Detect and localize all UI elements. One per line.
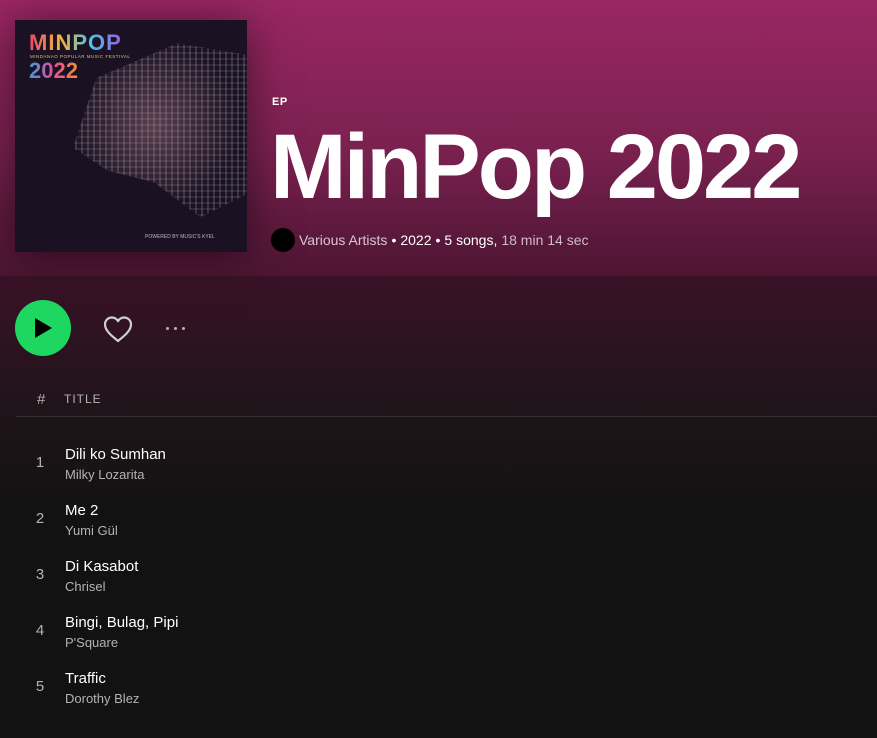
track-number: 4 xyxy=(35,622,45,639)
track-artist[interactable]: Dorothy Blez xyxy=(65,691,139,706)
column-number-header: # xyxy=(37,391,46,408)
heart-outline-icon xyxy=(103,316,133,343)
song-count: 5 songs, xyxy=(444,232,498,248)
track-artist[interactable]: P'Square xyxy=(65,635,118,650)
track-artist[interactable]: Milky Lozarita xyxy=(65,467,144,482)
action-bar xyxy=(15,300,185,356)
tracklist: 1 Dili ko Sumhan Milky Lozarita 2 Me 2 Y… xyxy=(16,434,877,714)
track-artist[interactable]: Chrisel xyxy=(65,579,105,594)
more-options-button[interactable] xyxy=(160,314,190,342)
album-title: MinPop 2022 xyxy=(270,116,802,218)
track-number: 3 xyxy=(35,566,45,583)
artist-avatar[interactable] xyxy=(271,228,295,252)
album-cover: MINPOP MINDANAO POPULAR MUSIC FESTIVAL 2… xyxy=(15,20,247,252)
meta-separator: • xyxy=(435,232,441,248)
album-duration: 18 min 14 sec xyxy=(501,232,589,248)
tracklist-header: # TITLE xyxy=(16,386,877,417)
more-horizontal-icon xyxy=(181,326,185,330)
track-artist[interactable]: Yumi Gül xyxy=(65,523,118,538)
track-number: 1 xyxy=(35,454,45,471)
cover-logo-text: MINPOP xyxy=(29,30,122,55)
cover-year: 2022 xyxy=(29,58,78,83)
cover-footer: POWERED BY MUSIC'S KYEL xyxy=(145,234,215,240)
track-title[interactable]: Di Kasabot xyxy=(65,558,138,575)
track-title[interactable]: Dili ko Sumhan xyxy=(65,446,166,463)
track-title[interactable]: Me 2 xyxy=(65,502,98,519)
track-row[interactable]: 5 Traffic Dorothy Blez xyxy=(16,658,877,714)
track-row[interactable]: 3 Di Kasabot Chrisel xyxy=(16,546,877,602)
track-row[interactable]: 2 Me 2 Yumi Gül xyxy=(16,490,877,546)
track-row[interactable]: 4 Bingi, Bulag, Pipi P'Square xyxy=(16,602,877,658)
track-number: 2 xyxy=(35,510,45,527)
more-horizontal-icon xyxy=(173,326,177,330)
play-icon xyxy=(35,318,52,338)
like-button[interactable] xyxy=(101,312,135,346)
album-year: 2022 xyxy=(400,232,432,248)
more-horizontal-icon xyxy=(165,326,169,330)
track-number: 5 xyxy=(35,678,45,695)
meta-separator: • xyxy=(391,232,397,248)
artist-link[interactable]: Various Artists xyxy=(299,232,387,248)
track-row[interactable]: 1 Dili ko Sumhan Milky Lozarita xyxy=(16,434,877,490)
play-button[interactable] xyxy=(15,300,71,356)
album-type-label: EP xyxy=(272,96,288,108)
album-meta: Various Artists • 2022 • 5 songs, 18 min… xyxy=(271,228,589,252)
column-title-header[interactable]: TITLE xyxy=(64,392,102,406)
track-title[interactable]: Traffic xyxy=(65,670,106,687)
track-title[interactable]: Bingi, Bulag, Pipi xyxy=(65,614,178,631)
